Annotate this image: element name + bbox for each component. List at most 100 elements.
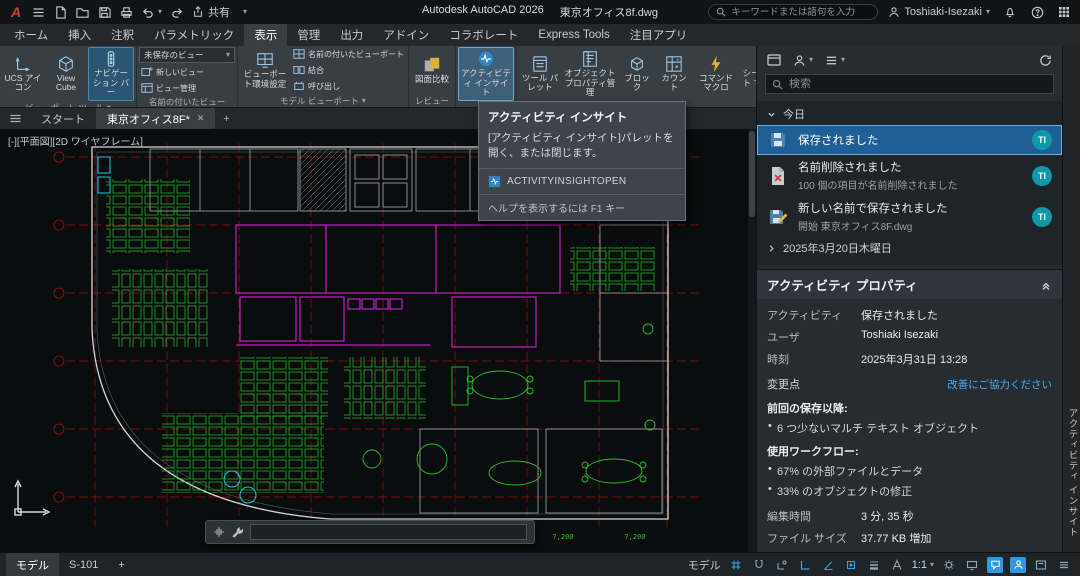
named-viewports-button[interactable]: 名前の付いたビューポート (291, 47, 406, 61)
redo-button[interactable] (167, 2, 187, 22)
command-line[interactable] (205, 520, 535, 544)
tab-document[interactable]: 東京オフィス8F* ✕ (96, 108, 215, 129)
viewcube-button[interactable]: View Cube (45, 52, 87, 96)
undo-dropdown-icon[interactable]: ▾ (158, 8, 162, 16)
since-last-save-item: 6 つ少ないマルチ テキスト オブジェクト (757, 418, 1062, 438)
properties-palette-button[interactable]: オブジェクト プロパティ管理 (562, 47, 618, 101)
snap-mode-icon[interactable] (751, 557, 767, 573)
autocad-logo[interactable]: A (6, 3, 26, 21)
layout-tab-model[interactable]: モデル (6, 553, 59, 576)
user-account-button[interactable]: Toshiaki-Isezaki ▾ (885, 2, 993, 22)
modelspace-toggle[interactable]: モデル (688, 557, 721, 573)
annotation-monitor-icon[interactable] (964, 557, 980, 573)
tab-insert[interactable]: 挿入 (58, 24, 101, 46)
viewport-controls[interactable]: [-][平面図][2D ワイヤフレーム] (8, 133, 143, 148)
command-input[interactable] (250, 524, 527, 540)
navigation-bar-button[interactable]: ナビゲーション バー (88, 47, 134, 101)
user-filter-button[interactable]: ▾ (793, 54, 813, 67)
restore-viewports-button[interactable]: 呼び出し (291, 79, 406, 93)
tab-parametric[interactable]: パラメトリック (144, 24, 244, 46)
activity-search-box[interactable] (765, 74, 1054, 94)
activity-properties-header[interactable]: アクティビティ プロパティ (757, 269, 1062, 299)
tab-featured-apps[interactable]: 注目アプリ (620, 24, 698, 46)
osnap-icon[interactable] (843, 557, 859, 573)
tool-palettes-button[interactable]: ツール パレット (519, 52, 561, 96)
app-menu-button[interactable] (28, 2, 48, 22)
polar-tracking-icon[interactable] (820, 557, 836, 573)
workspace-gear-icon[interactable] (941, 557, 957, 573)
activity-search-input[interactable] (789, 78, 1047, 90)
group-older-date[interactable]: 2025年3月20日木曜日 (757, 237, 1062, 259)
tab-annotate[interactable]: 注釈 (101, 24, 144, 46)
panel-label-review[interactable]: レビュー (409, 94, 455, 107)
join-viewports-button[interactable]: 結合 (291, 63, 406, 77)
annotation-visibility-icon[interactable] (889, 557, 905, 573)
list-options-button[interactable]: ▾ (825, 54, 845, 67)
sheet-set-manager-button[interactable]: シート セット マネージャ (740, 47, 756, 101)
refresh-button[interactable] (1039, 54, 1052, 67)
panel-label-named-views[interactable]: 名前の付いたビュー (137, 96, 237, 108)
tab-home[interactable]: ホーム (4, 24, 58, 46)
layout-tab-s101[interactable]: S-101 (59, 553, 108, 576)
prop-edit-time: 編集時間 3 分, 35 秒 (757, 505, 1062, 527)
view-manager-button[interactable]: ビュー管理 (139, 81, 235, 95)
count-palette-button[interactable]: カウント (656, 52, 692, 96)
view-dropdown[interactable]: 未保存のビュー▾ (139, 47, 235, 63)
notifications-button[interactable] (1000, 2, 1020, 22)
activity-item-purged[interactable]: 名前削除されました 100 個の項目が名前削除されました TI (757, 155, 1062, 196)
board-view-button[interactable] (767, 53, 781, 67)
drawing-compare-button[interactable]: 図面比較 (411, 53, 453, 88)
tab-addins[interactable]: アドイン (373, 24, 439, 46)
blocks-palette-button[interactable]: ブロック (619, 52, 655, 96)
assistant-icon[interactable] (987, 557, 1003, 573)
customize-wrench-icon[interactable] (231, 526, 244, 539)
share-feedback-icon[interactable] (1010, 557, 1026, 573)
command-grip-icon[interactable] (213, 526, 225, 538)
tab-start[interactable]: スタート (30, 108, 96, 129)
annotation-scale-button[interactable]: 1:1▾ (912, 559, 934, 571)
new-layout-button[interactable]: + (108, 553, 134, 576)
tab-output[interactable]: 出力 (330, 24, 373, 46)
panel-label-model-viewports[interactable]: モデル ビューポート▾ (238, 94, 408, 107)
undo-button[interactable]: ▾ (138, 2, 165, 22)
tab-manage[interactable]: 管理 (287, 24, 330, 46)
file-tabs-menu-icon[interactable] (0, 108, 30, 129)
command-macros-button[interactable]: コマンド マクロ (693, 52, 739, 96)
collapse-chevron-icon[interactable] (1040, 279, 1052, 291)
user-initials-badge[interactable]: TI (1032, 130, 1052, 150)
scrollbar-thumb[interactable] (749, 131, 755, 217)
clean-screen-icon[interactable] (1033, 557, 1049, 573)
tab-view[interactable]: 表示 (244, 24, 287, 46)
open-button[interactable] (72, 2, 92, 22)
help-button[interactable] (1027, 2, 1047, 22)
new-drawing-button[interactable] (50, 2, 70, 22)
user-initials-badge[interactable]: TI (1032, 166, 1052, 186)
tab-collaborate[interactable]: コラボレート (439, 24, 528, 46)
palette-side-tab[interactable]: アクティビティ インサイト (1062, 46, 1080, 552)
customize-status-icon[interactable] (1056, 557, 1072, 573)
activity-item-saved[interactable]: 保存されました TI (757, 125, 1062, 155)
infer-constraints-icon[interactable] (774, 557, 790, 573)
apps-button[interactable] (1054, 2, 1074, 22)
activity-insight-button[interactable]: アクティビティ インサイト (458, 47, 514, 101)
tab-express-tools[interactable]: Express Tools (528, 24, 619, 46)
canvas-scrollbar[interactable] (748, 129, 756, 552)
help-search-input[interactable] (731, 7, 870, 18)
save-button[interactable] (94, 2, 114, 22)
viewport-config-button[interactable]: ビューポート環境設定 (240, 48, 290, 92)
activity-item-saved-as[interactable]: 新しい名前で保存されました 開始 東京オフィス8F.dwg TI (757, 196, 1062, 237)
user-initials-badge[interactable]: TI (1032, 207, 1052, 227)
new-tab-button[interactable]: + (215, 108, 237, 129)
feedback-link[interactable]: 改善にご協力ください (947, 377, 1052, 392)
grid-display-icon[interactable] (728, 557, 744, 573)
help-search-box[interactable] (708, 4, 878, 20)
close-tab-icon[interactable]: ✕ (197, 113, 205, 124)
qat-customize-button[interactable]: ▾ (235, 2, 255, 22)
share-button[interactable]: 共有 (189, 2, 233, 22)
lineweight-icon[interactable] (866, 557, 882, 573)
new-view-button[interactable]: 新しいビュー (139, 65, 235, 79)
group-today[interactable]: 今日 (757, 103, 1062, 125)
ortho-mode-icon[interactable] (797, 557, 813, 573)
ucs-icon-button[interactable]: UCS アイコン (2, 52, 44, 96)
plot-button[interactable] (116, 2, 136, 22)
